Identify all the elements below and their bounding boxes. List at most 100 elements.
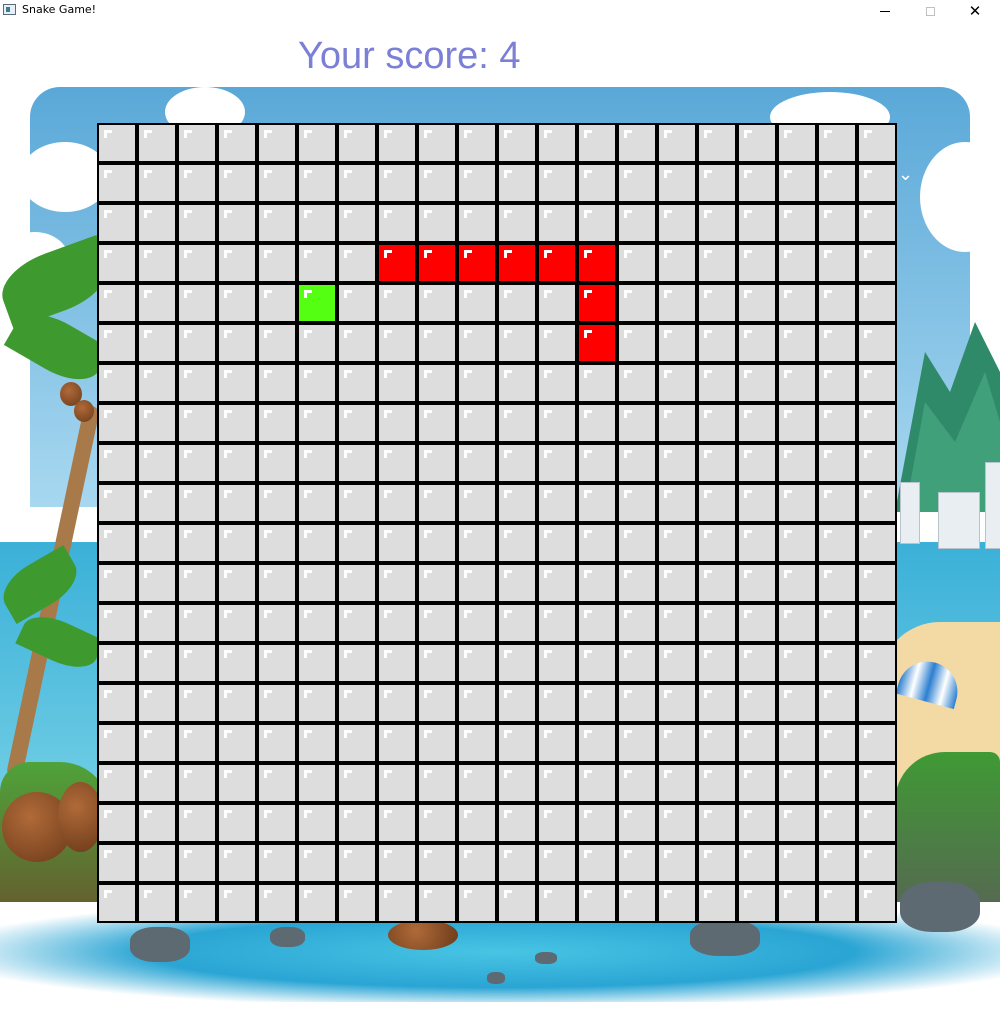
grid-cell	[339, 565, 375, 601]
grid-cell	[99, 485, 135, 521]
grid-cell	[699, 685, 735, 721]
grid-cell	[259, 685, 295, 721]
coconut	[74, 400, 94, 422]
minimize-button[interactable]	[862, 0, 908, 22]
grid-cell	[499, 125, 535, 161]
grid-cell	[379, 645, 415, 681]
grid-cell	[379, 565, 415, 601]
grid-cell	[619, 685, 655, 721]
grid-cell	[779, 805, 815, 841]
grid-cell	[259, 765, 295, 801]
grid-cell	[619, 645, 655, 681]
grid-cell	[459, 205, 495, 241]
building	[900, 482, 920, 544]
snake-segment	[379, 245, 415, 281]
grid-cell	[699, 525, 735, 561]
grid-cell	[299, 205, 335, 241]
grid-cell	[659, 685, 695, 721]
grid-cell	[299, 445, 335, 481]
grid-cell	[99, 725, 135, 761]
grid-cell	[219, 245, 255, 281]
grid-cell	[419, 525, 455, 561]
grid-cell	[539, 285, 575, 321]
grid-cell	[859, 805, 895, 841]
grid-cell	[339, 605, 375, 641]
grid-cell	[539, 525, 575, 561]
grid-cell	[539, 685, 575, 721]
grid-cell	[499, 485, 535, 521]
grid-cell	[379, 125, 415, 161]
grid-cell	[219, 645, 255, 681]
grid-cell	[659, 765, 695, 801]
grid-cell	[299, 405, 335, 441]
grid-cell	[379, 605, 415, 641]
grid-cell	[859, 605, 895, 641]
grid-cell	[139, 485, 175, 521]
grid-cell	[459, 405, 495, 441]
grid-cell	[379, 685, 415, 721]
grid-cell	[99, 525, 135, 561]
grid-cell	[859, 845, 895, 881]
grid-cell	[859, 285, 895, 321]
grid-cell	[499, 645, 535, 681]
grid-cell	[539, 365, 575, 401]
grid-cell	[779, 885, 815, 921]
grid-cell	[139, 645, 175, 681]
grid-cell	[139, 445, 175, 481]
building	[985, 462, 1000, 549]
grid-cell	[739, 565, 775, 601]
grid-cell	[739, 725, 775, 761]
grid-cell	[619, 285, 655, 321]
grid-cell	[139, 285, 175, 321]
close-button[interactable]: ✕	[952, 0, 998, 22]
grid-cell	[179, 285, 215, 321]
snake-segment	[459, 245, 495, 281]
grid-cell	[339, 285, 375, 321]
grid-cell	[699, 645, 735, 681]
grid-cell	[259, 125, 295, 161]
grid-cell	[699, 125, 735, 161]
rock	[270, 927, 305, 947]
grid-cell	[659, 325, 695, 361]
grid-cell	[179, 325, 215, 361]
grid-cell	[579, 485, 615, 521]
maximize-button[interactable]	[907, 0, 953, 22]
grid-cell	[219, 365, 255, 401]
grid-cell	[419, 565, 455, 601]
grid-cell	[339, 405, 375, 441]
grid-cell	[379, 445, 415, 481]
grid-cell	[859, 525, 895, 561]
grid-cell	[299, 765, 335, 801]
grid-cell	[579, 565, 615, 601]
grid-cell	[779, 525, 815, 561]
grid-cell	[859, 885, 895, 921]
grid-cell	[139, 725, 175, 761]
grid-cell	[779, 845, 815, 881]
grid-cell	[499, 725, 535, 761]
grid-cell	[339, 885, 375, 921]
grid-cell	[659, 365, 695, 401]
grid-cell	[779, 325, 815, 361]
grid-cell	[539, 205, 575, 241]
grid-cell	[179, 845, 215, 881]
rock	[690, 920, 760, 956]
grid-cell	[699, 245, 735, 281]
grid-cell	[859, 485, 895, 521]
grid-cell	[619, 245, 655, 281]
grid-cell	[819, 285, 855, 321]
grid-cell	[339, 245, 375, 281]
grid-cell	[739, 885, 775, 921]
grid-cell	[339, 525, 375, 561]
grid-cell	[619, 165, 655, 201]
grid-cell	[179, 605, 215, 641]
grid-cell	[779, 485, 815, 521]
window-title-bar: Snake Game! ✕	[0, 0, 1000, 22]
grid-cell	[379, 365, 415, 401]
grid-cell	[859, 365, 895, 401]
game-board[interactable]	[97, 123, 897, 923]
grid-cell	[619, 365, 655, 401]
grid-cell	[139, 245, 175, 281]
grid-cell	[619, 325, 655, 361]
grid-cell	[579, 525, 615, 561]
grid-cell	[539, 325, 575, 361]
